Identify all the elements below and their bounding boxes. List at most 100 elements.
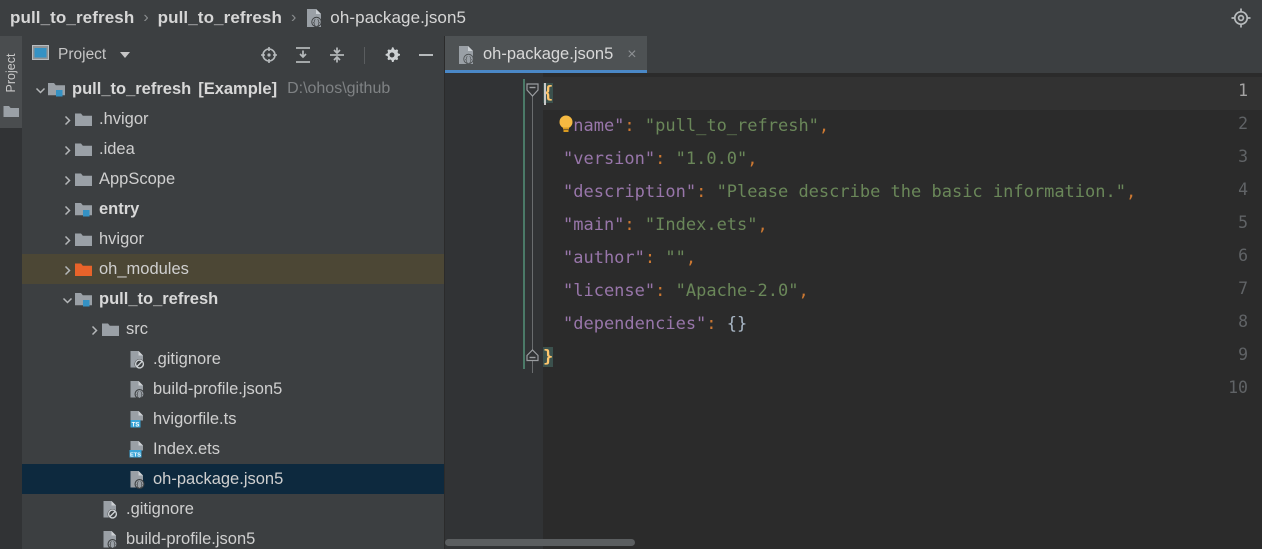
code-token: "main" xyxy=(563,215,625,235)
chevron-down-icon[interactable] xyxy=(61,293,74,306)
code-line[interactable]: "main": "Index.ets", xyxy=(563,209,768,242)
settings-target-icon[interactable] xyxy=(1228,5,1254,31)
editor-tab-oh-package[interactable]: {} oh-package.json5 × xyxy=(445,36,647,73)
expand-all-icon[interactable] xyxy=(292,44,314,66)
code-line[interactable]: "author": "", xyxy=(563,242,696,275)
code-token: "license" xyxy=(563,281,656,301)
breadcrumb-item-module[interactable]: pull_to_refresh xyxy=(158,0,282,36)
tree-row[interactable]: {} build-profile.json5 xyxy=(22,374,445,404)
tree-row[interactable]: .gitignore xyxy=(22,344,445,374)
editor-area: {} oh-package.json5 × 1 2 3 4 5 6 7 8 9 … xyxy=(445,36,1262,549)
tree-row-label: src xyxy=(126,319,148,338)
code-editor[interactable]: 1 2 3 4 5 6 7 8 9 10 {"name": "pull_to_refresh", "… xyxy=(445,73,1262,549)
project-toolbar: Project xyxy=(22,36,445,74)
tree-row[interactable]: ETS Index.ets xyxy=(22,434,445,464)
settings-gear-icon[interactable] xyxy=(381,44,403,66)
breadcrumb-item-project[interactable]: pull_to_refresh xyxy=(10,0,134,36)
breadcrumb-label: oh-package.json5 xyxy=(330,8,467,27)
tree-row[interactable]: .gitignore xyxy=(22,494,445,524)
tree-row[interactable]: entry xyxy=(22,194,445,224)
orange-folder-icon xyxy=(74,260,93,279)
chevron-down-icon[interactable] xyxy=(120,52,131,58)
svg-text:TS: TS xyxy=(132,422,140,428)
vcs-change-marker xyxy=(523,79,525,369)
tree-row-label: pull_to_refresh xyxy=(99,289,219,308)
chevron-right-icon[interactable] xyxy=(61,233,74,246)
tree-row[interactable]: {} build-profile.json5 xyxy=(22,524,445,549)
tree-row[interactable]: pull_to_refresh [Example] D:\ohos\github xyxy=(22,74,445,104)
chevron-down-icon[interactable] xyxy=(34,83,47,96)
tree-row[interactable]: .hvigor xyxy=(22,104,445,134)
code-line[interactable]: "name": "pull_to_refresh", xyxy=(563,110,829,143)
fold-collapse-icon[interactable] xyxy=(525,83,540,98)
project-toolbar-actions xyxy=(258,36,437,74)
tree-row[interactable]: TS hvigorfile.ts xyxy=(22,404,445,434)
chevron-right-icon[interactable] xyxy=(61,173,74,186)
code-token: "Index.ets" xyxy=(644,215,758,235)
tree-row[interactable]: .idea xyxy=(22,134,445,164)
tree-row[interactable]: src xyxy=(22,314,445,344)
gitignore-file-icon xyxy=(128,350,147,369)
tree-row-label: oh-package.json5 xyxy=(153,469,284,488)
intention-bulb-icon[interactable] xyxy=(558,114,574,134)
editor-horizontal-scrollbar[interactable] xyxy=(445,539,635,546)
select-opened-file-icon[interactable] xyxy=(258,44,280,66)
tree-row[interactable]: oh_modules xyxy=(22,254,445,284)
code-token: : xyxy=(644,248,656,268)
tree-row-label: entry xyxy=(99,199,140,218)
line-number-gutter xyxy=(445,73,521,549)
tree-row[interactable]: AppScope xyxy=(22,164,445,194)
chevron-right-icon[interactable] xyxy=(88,323,101,336)
ets-file-icon: ETS xyxy=(128,440,147,459)
fold-collapse-end-icon[interactable] xyxy=(525,347,540,362)
collapse-all-icon[interactable] xyxy=(326,44,348,66)
json5-file-icon: {} xyxy=(128,380,147,399)
tree-row-label: hvigor xyxy=(99,229,144,248)
tree-row[interactable]: {} oh-package.json5 xyxy=(22,464,445,494)
code-token: : xyxy=(655,149,666,169)
code-token: , xyxy=(818,116,830,136)
chevron-right-icon[interactable] xyxy=(61,203,74,216)
code-line[interactable]: "version": "1.0.0", xyxy=(563,143,758,176)
tree-row[interactable]: hvigor xyxy=(22,224,445,254)
module-folder-icon xyxy=(74,200,93,219)
tree-row-label: AppScope xyxy=(99,169,176,188)
editor-tab-label: oh-package.json5 xyxy=(483,45,614,63)
tree-row-label: pull_to_refresh xyxy=(72,79,192,98)
breadcrumb-label: pull_to_refresh xyxy=(10,8,135,27)
code-token: : xyxy=(624,215,635,235)
code-token: : xyxy=(655,281,666,301)
code-token: "Apache-2.0" xyxy=(675,281,799,301)
hide-minimize-icon[interactable] xyxy=(415,44,437,66)
ide-window: pull_to_refresh › pull_to_refresh › {} o… xyxy=(0,0,1262,549)
tree-row[interactable]: pull_to_refresh xyxy=(22,284,445,314)
close-icon[interactable]: × xyxy=(627,46,636,63)
tree-no-arrow xyxy=(88,533,101,546)
ts-file-icon: TS xyxy=(128,410,147,429)
code-content[interactable]: {"name": "pull_to_refresh", "version": "1… xyxy=(543,73,1262,549)
code-token: : xyxy=(696,182,707,202)
code-line[interactable]: } xyxy=(543,341,554,374)
chevron-right-icon[interactable] xyxy=(61,113,74,126)
tree-row-label: oh_modules xyxy=(99,259,189,278)
tree-row-label: .idea xyxy=(99,139,135,158)
tree-no-arrow xyxy=(115,383,128,396)
toolbar-divider xyxy=(364,46,365,64)
folder-icon xyxy=(74,170,93,189)
tree-row-label: build-profile.json5 xyxy=(126,529,256,548)
tree-row-path: D:\ohos\github xyxy=(287,80,391,97)
chevron-right-icon[interactable] xyxy=(61,263,74,276)
breadcrumb-separator: › xyxy=(143,9,149,26)
code-line[interactable]: "license": "Apache-2.0", xyxy=(563,275,809,308)
chevron-right-icon[interactable] xyxy=(61,143,74,156)
project-view-selector[interactable]: Project xyxy=(32,45,131,65)
tree-no-arrow xyxy=(115,443,128,456)
project-tree[interactable]: pull_to_refresh [Example] D:\ohos\github .h… xyxy=(22,74,445,549)
breadcrumb-separator: › xyxy=(290,9,297,26)
svg-text:{}: {} xyxy=(136,390,144,398)
code-line[interactable]: "description": "Please describe the basi… xyxy=(563,176,1136,209)
code-token: "1.0.0" xyxy=(675,149,748,169)
breadcrumb-item-file[interactable]: {} oh-package.json5 xyxy=(305,0,466,36)
module-folder-icon xyxy=(47,80,66,99)
code-line[interactable]: "dependencies": {} xyxy=(563,308,747,341)
